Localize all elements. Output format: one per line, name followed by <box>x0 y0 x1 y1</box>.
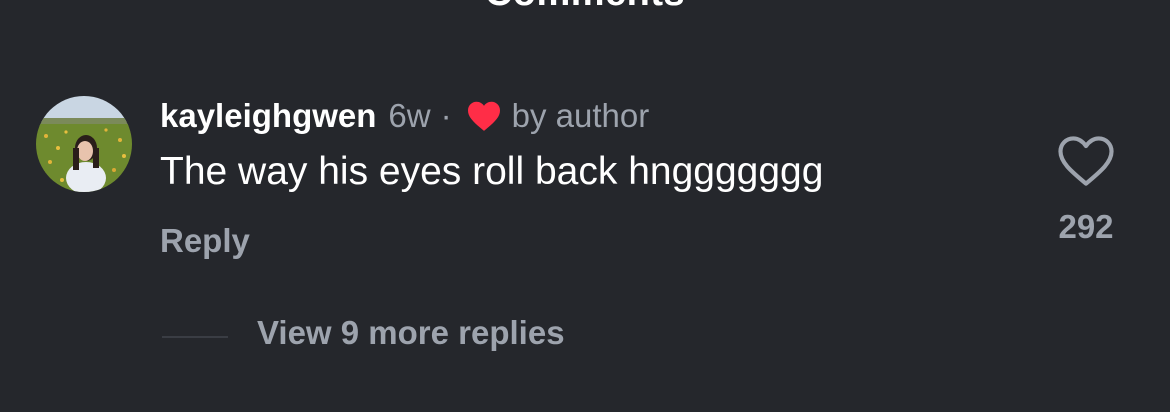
comment-text: The way his eyes roll back hnggggggg <box>160 150 824 193</box>
view-replies-button[interactable]: View 9 more replies <box>257 314 565 352</box>
like-button[interactable] <box>1056 134 1116 188</box>
reply-button[interactable]: Reply <box>160 222 250 260</box>
username[interactable]: kayleighgwen <box>160 97 376 135</box>
replies-divider <box>162 336 228 338</box>
timestamp: 6w <box>388 97 431 134</box>
avatar-image <box>36 96 132 192</box>
author-badge-label: by author <box>511 97 650 134</box>
heart-outline-icon <box>1058 136 1114 186</box>
comment-meta: kayleighgwen 6w · by author <box>160 96 649 136</box>
like-count: 292 <box>1058 208 1114 245</box>
comment-item: kayleighgwen 6w · by author The way his … <box>0 0 1170 412</box>
separator-dot: · <box>440 97 452 134</box>
heart-icon <box>466 100 502 132</box>
avatar[interactable] <box>36 96 132 192</box>
